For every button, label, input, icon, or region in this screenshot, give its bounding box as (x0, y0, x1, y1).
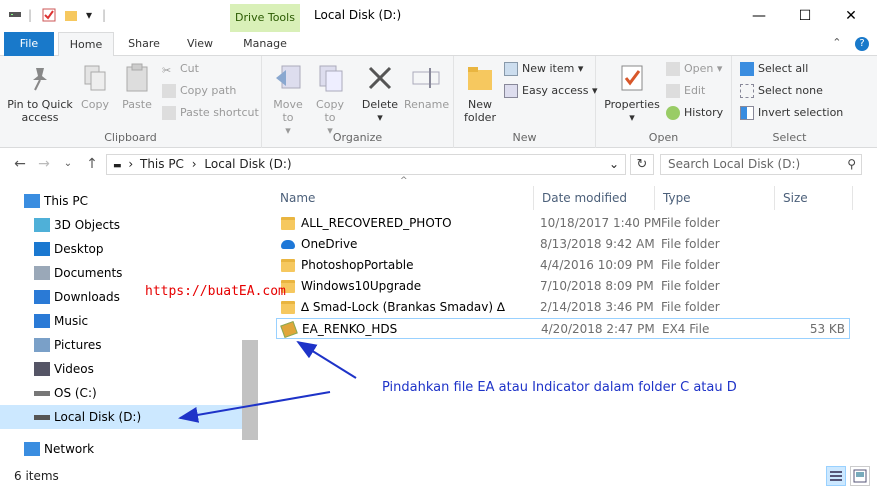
arrow-to-drive (178, 391, 331, 423)
large-icons-view-icon[interactable] (850, 466, 870, 486)
annotation-arrows (178, 340, 357, 423)
arrow-to-file (296, 340, 357, 379)
item-count: 6 items (14, 469, 59, 483)
details-view-icon[interactable] (826, 466, 846, 486)
status-bar: 6 items (0, 462, 877, 490)
